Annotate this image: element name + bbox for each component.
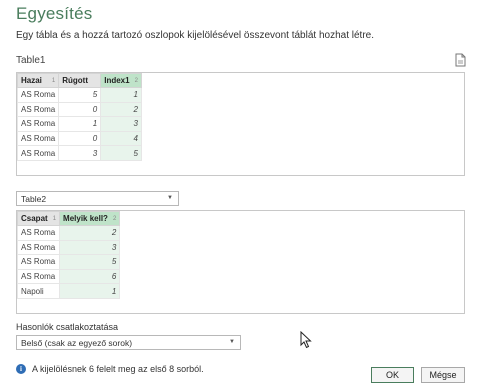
table-row: AS Roma 5 [16,254,121,270]
mouse-cursor-icon [300,331,312,349]
table1-header-rugott[interactable]: Rúgott [58,73,102,88]
chevron-down-icon: ▼ [167,195,173,201]
table2-preview-panel: Csapat 1 Melyik kell? 2 AS Roma 2 AS Roma … [16,210,465,314]
copy-icon[interactable] [454,53,466,67]
table2-header-csapat[interactable]: Csapat 1 [16,211,61,226]
table-row: AS Roma 3 [16,239,121,256]
cancel-button[interactable]: Mégse [421,367,465,383]
table1-grid: Hazai 1 Rúgott Index1 2 AS Roma 5 1 AS Rom… [16,73,142,161]
table1-header-index1[interactable]: Index1 2 [100,73,142,88]
table-row: Napoli 1 [16,283,121,299]
table1-name: Table1 [16,55,46,66]
table-row: AS Roma 1 3 [16,116,142,132]
match-info-text: A kijelölésnek 6 felelt meg az első 8 so… [32,364,204,374]
chevron-down-icon: ▼ [229,339,235,345]
join-kind-value: Belső (csak az egyező sorok) [21,337,133,348]
table-row: AS Roma 6 [16,268,121,285]
dialog-subtitle: Egy tábla és a hozzá tartozó oszlopok ki… [16,30,374,41]
ok-button[interactable]: OK [371,367,414,383]
join-kind-label: Hasonlók csatlakoztatása [16,322,119,332]
table-row: AS Roma 5 1 [16,87,142,103]
table-row: AS Roma 3 5 [16,145,142,161]
table-row: AS Roma 0 4 [16,130,142,147]
table2-header-melyik-kell[interactable]: Melyik kell? 2 [59,211,121,226]
table2-grid: Csapat 1 Melyik kell? 2 AS Roma 2 AS Roma … [16,211,121,299]
match-info: i A kijelölésnek 6 felelt meg az első 8 … [16,364,204,374]
table2-select-value: Table2 [21,193,47,204]
table2-select[interactable]: Table2 ▼ [16,191,179,206]
table1-header-hazai[interactable]: Hazai 1 [16,73,60,88]
dialog-title: Egyesítés [16,4,93,23]
info-icon: i [16,364,26,374]
table1-preview-panel: Hazai 1 Rúgott Index1 2 AS Roma 5 1 AS Rom… [16,72,465,176]
table-row: AS Roma 0 2 [16,101,142,118]
table-row: AS Roma 2 [16,225,121,241]
join-kind-select[interactable]: Belső (csak az egyező sorok) ▼ [16,335,241,350]
